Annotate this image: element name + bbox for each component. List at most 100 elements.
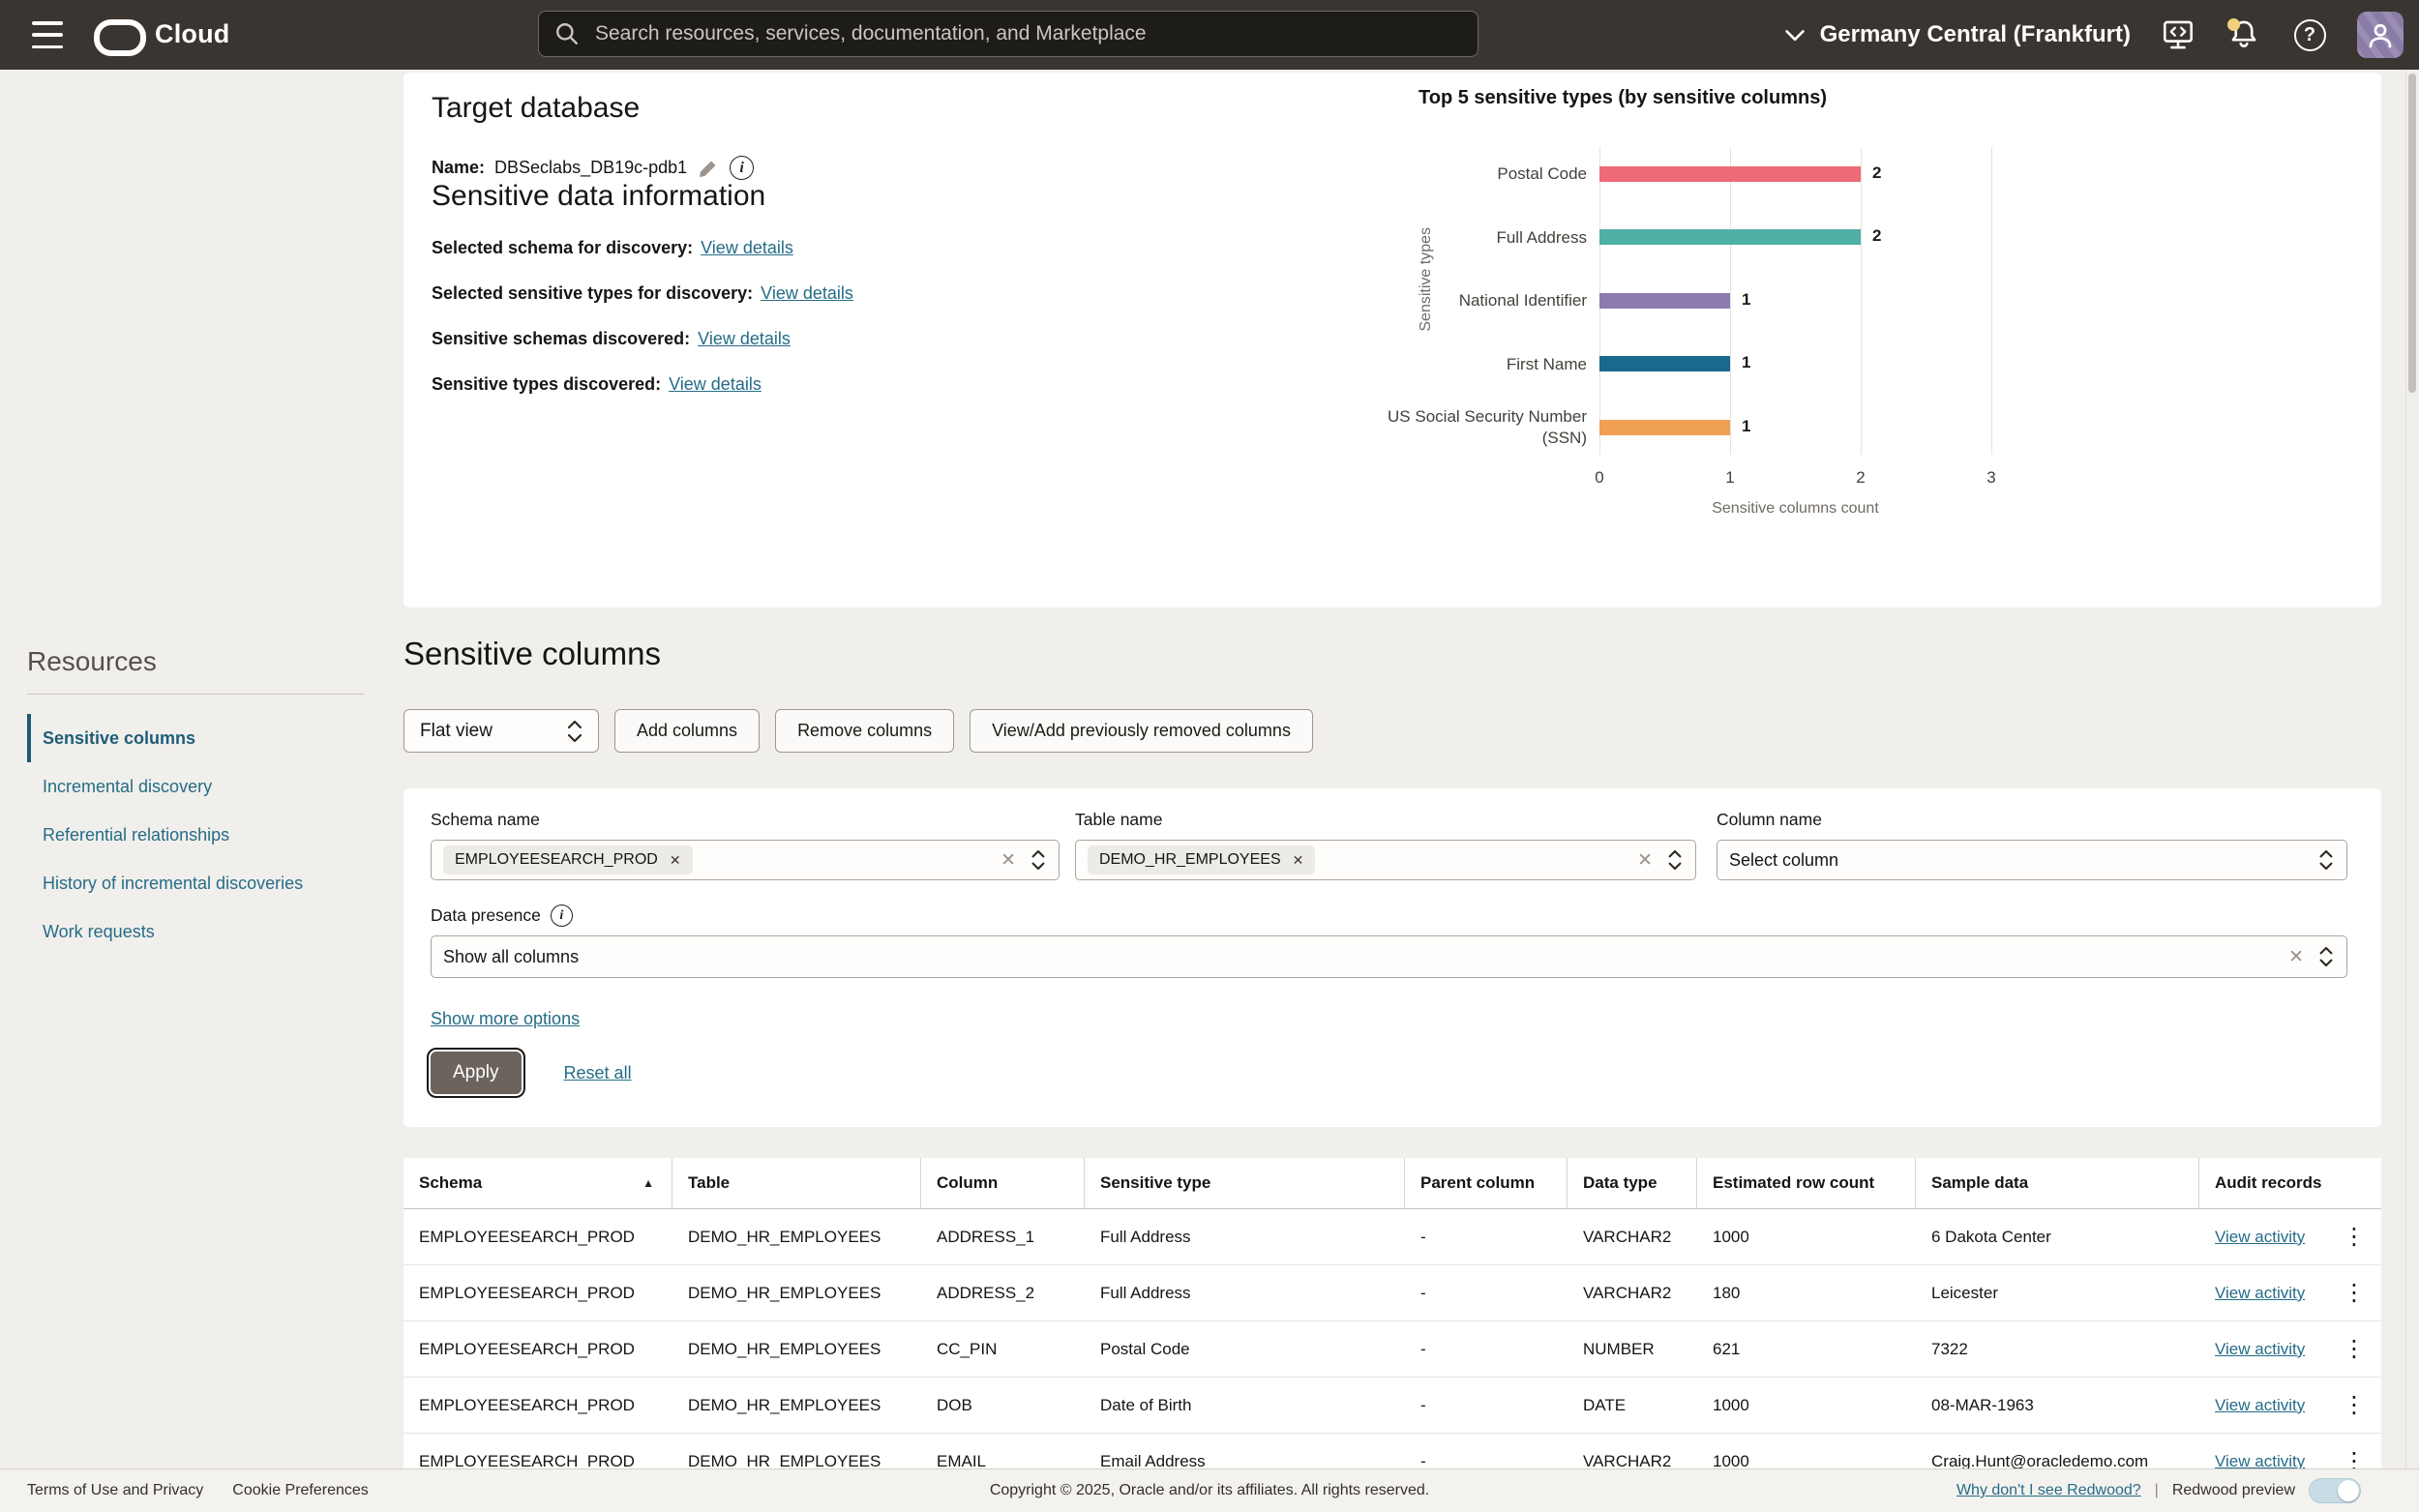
edit-pencil-icon[interactable] bbox=[697, 157, 720, 180]
show-more-options-link[interactable]: Show more options bbox=[431, 1009, 580, 1029]
table-cell: EMPLOYEESEARCH_PROD bbox=[403, 1209, 672, 1264]
help-button[interactable]: ? bbox=[2291, 16, 2328, 53]
row-actions-kebab-icon[interactable]: ⋮ bbox=[2337, 1394, 2372, 1417]
info-icon[interactable]: i bbox=[730, 156, 754, 180]
data-presence-label: Data presence i bbox=[431, 904, 573, 927]
view-add-previously-removed-columns-button[interactable]: View/Add previously removed columns bbox=[970, 709, 1313, 753]
column-header-label: Data type bbox=[1583, 1173, 1657, 1193]
redwood-help-link[interactable]: Why don't I see Redwood? bbox=[1956, 1482, 2141, 1499]
notifications-button[interactable] bbox=[2225, 16, 2262, 53]
view-activity-link[interactable]: View activity bbox=[2215, 1340, 2305, 1359]
table-cell: DEMO_HR_EMPLOYEES bbox=[672, 1378, 921, 1433]
chart-value-label: 1 bbox=[1742, 353, 1750, 372]
select-arrows-icon[interactable] bbox=[2317, 847, 2335, 873]
column-header-table[interactable]: Table bbox=[672, 1158, 921, 1208]
view-details-link[interactable]: View details bbox=[698, 329, 791, 348]
table-cell: Postal Code bbox=[1085, 1321, 1405, 1377]
column-header-sample-data[interactable]: Sample data bbox=[1916, 1158, 2199, 1208]
sensitive-columns-table: Schema▲TableColumn Sensitive type Parent c… bbox=[403, 1158, 2381, 1490]
table-body: EMPLOYEESEARCH_PRODDEMO_HR_EMPLOYEESADDR… bbox=[403, 1209, 2381, 1490]
row-actions-kebab-icon[interactable]: ⋮ bbox=[2337, 1338, 2372, 1361]
view-details-link[interactable]: View details bbox=[701, 238, 793, 257]
table-name-combobox[interactable]: DEMO_HR_EMPLOYEES ✕ ✕ bbox=[1075, 840, 1696, 880]
sidebar-item-sensitive-columns[interactable]: Sensitive columns bbox=[27, 714, 375, 762]
data-presence-select[interactable]: Show all columns ✕ bbox=[431, 935, 2347, 978]
audit-records-cell: View activity ⋮ bbox=[2199, 1209, 2381, 1264]
sensitive-info-row: Selected sensitive types for discovery:V… bbox=[432, 283, 1351, 304]
chart-x-axis-label: Sensitive columns count bbox=[1599, 500, 1991, 518]
bar-first-name[interactable] bbox=[1599, 356, 1730, 371]
select-arrows-icon bbox=[565, 718, 584, 745]
column-header-parent-column[interactable]: Parent column bbox=[1405, 1158, 1568, 1208]
sidebar-item-work-requests[interactable]: Work requests bbox=[27, 907, 375, 956]
chart-value-label: 1 bbox=[1742, 290, 1750, 310]
view-mode-select[interactable]: Flat view bbox=[403, 709, 599, 753]
page-title: Sensitive columns bbox=[403, 636, 661, 672]
sidebar-item-referential-relationships[interactable]: Referential relationships bbox=[27, 811, 375, 859]
view-details-link[interactable]: View details bbox=[669, 374, 762, 394]
remove-columns-button[interactable]: Remove columns bbox=[775, 709, 954, 753]
divider bbox=[27, 694, 364, 695]
redwood-preview-toggle[interactable] bbox=[2309, 1478, 2361, 1503]
column-header-estimated-row-count[interactable]: Estimated row count bbox=[1697, 1158, 1916, 1208]
chart-x-tick: 0 bbox=[1595, 468, 1603, 488]
sidebar-item-incremental-discovery[interactable]: Incremental discovery bbox=[27, 762, 375, 811]
user-profile-avatar[interactable] bbox=[2357, 12, 2404, 58]
bar-us-social-security-number-ssn[interactable] bbox=[1599, 420, 1730, 435]
cookie-preferences-link[interactable]: Cookie Preferences bbox=[232, 1482, 369, 1499]
chip-remove-icon[interactable]: ✕ bbox=[1293, 852, 1304, 869]
chart-gridline bbox=[1861, 147, 1862, 455]
data-presence-value: Show all columns bbox=[443, 947, 579, 967]
column-header-schema[interactable]: Schema▲ bbox=[403, 1158, 672, 1208]
column-header-sensitive-type[interactable]: Sensitive type bbox=[1085, 1158, 1405, 1208]
global-search[interactable] bbox=[538, 11, 1478, 57]
add-columns-button[interactable]: Add columns bbox=[614, 709, 760, 753]
reset-all-link[interactable]: Reset all bbox=[564, 1063, 632, 1083]
clear-field-icon[interactable]: ✕ bbox=[1000, 849, 1016, 872]
schema-chip-label: EMPLOYEESEARCH_PROD bbox=[455, 851, 658, 869]
clear-field-icon[interactable]: ✕ bbox=[1637, 849, 1653, 872]
clear-field-icon[interactable]: ✕ bbox=[2288, 946, 2304, 968]
select-arrows-icon[interactable] bbox=[1030, 847, 1047, 873]
table-chip: DEMO_HR_EMPLOYEES ✕ bbox=[1088, 845, 1315, 875]
chip-remove-icon[interactable]: ✕ bbox=[670, 852, 681, 869]
view-activity-link[interactable]: View activity bbox=[2215, 1284, 2305, 1303]
oracle-logo-icon[interactable] bbox=[94, 19, 146, 56]
sensitive-info-row: Selected schema for discovery:View detai… bbox=[432, 238, 1351, 258]
row-actions-kebab-icon[interactable]: ⋮ bbox=[2337, 1226, 2372, 1249]
row-actions-kebab-icon[interactable]: ⋮ bbox=[2337, 1282, 2372, 1305]
select-arrows-icon[interactable] bbox=[2317, 944, 2335, 969]
search-input[interactable] bbox=[593, 21, 1462, 46]
scrollbar-thumb[interactable] bbox=[2408, 74, 2416, 393]
column-header-audit-records[interactable]: Audit records bbox=[2199, 1158, 2381, 1208]
select-arrows-icon[interactable] bbox=[1666, 847, 1684, 873]
person-icon bbox=[2365, 19, 2396, 50]
view-details-link[interactable]: View details bbox=[761, 283, 853, 303]
table-cell: NUMBER bbox=[1568, 1321, 1697, 1377]
column-header-label: Sensitive type bbox=[1100, 1173, 1210, 1193]
terms-of-use-and-privacy-link[interactable]: Terms of Use and Privacy bbox=[27, 1482, 203, 1499]
table-row: EMPLOYEESEARCH_PRODDEMO_HR_EMPLOYEESDOBD… bbox=[403, 1378, 2381, 1434]
bar-full-address[interactable] bbox=[1599, 229, 1861, 245]
info-row-label: Sensitive types discovered: bbox=[432, 374, 661, 394]
sidebar-item-history-of-incremental-discoveries[interactable]: History of incremental discoveries bbox=[27, 859, 375, 907]
hamburger-menu-icon[interactable] bbox=[32, 21, 63, 48]
table-cell: DOB bbox=[921, 1378, 1085, 1433]
region-selector[interactable]: Germany Central (Frankfurt) bbox=[1783, 21, 2131, 48]
column-header-column[interactable]: Column bbox=[921, 1158, 1085, 1208]
schema-name-label: Schema name bbox=[431, 810, 540, 830]
bar-postal-code[interactable] bbox=[1599, 166, 1861, 182]
view-activity-link[interactable]: View activity bbox=[2215, 1228, 2305, 1247]
column-header-label: Sample data bbox=[1931, 1173, 2028, 1193]
table-header-row: Schema▲TableColumn Sensitive type Parent c… bbox=[403, 1158, 2381, 1209]
developer-tools-button[interactable] bbox=[2160, 16, 2196, 53]
view-activity-link[interactable]: View activity bbox=[2215, 1396, 2305, 1415]
chart-gridline bbox=[1991, 147, 1992, 455]
apply-button[interactable]: Apply bbox=[431, 1052, 522, 1094]
schema-name-combobox[interactable]: EMPLOYEESEARCH_PROD ✕ ✕ bbox=[431, 840, 1060, 880]
column-header-data-type[interactable]: Data type bbox=[1568, 1158, 1697, 1208]
bar-national-identifier[interactable] bbox=[1599, 293, 1730, 309]
column-name-select[interactable]: Select column bbox=[1717, 840, 2347, 880]
info-icon[interactable]: i bbox=[551, 904, 573, 927]
vertical-scrollbar[interactable] bbox=[2405, 70, 2419, 1469]
